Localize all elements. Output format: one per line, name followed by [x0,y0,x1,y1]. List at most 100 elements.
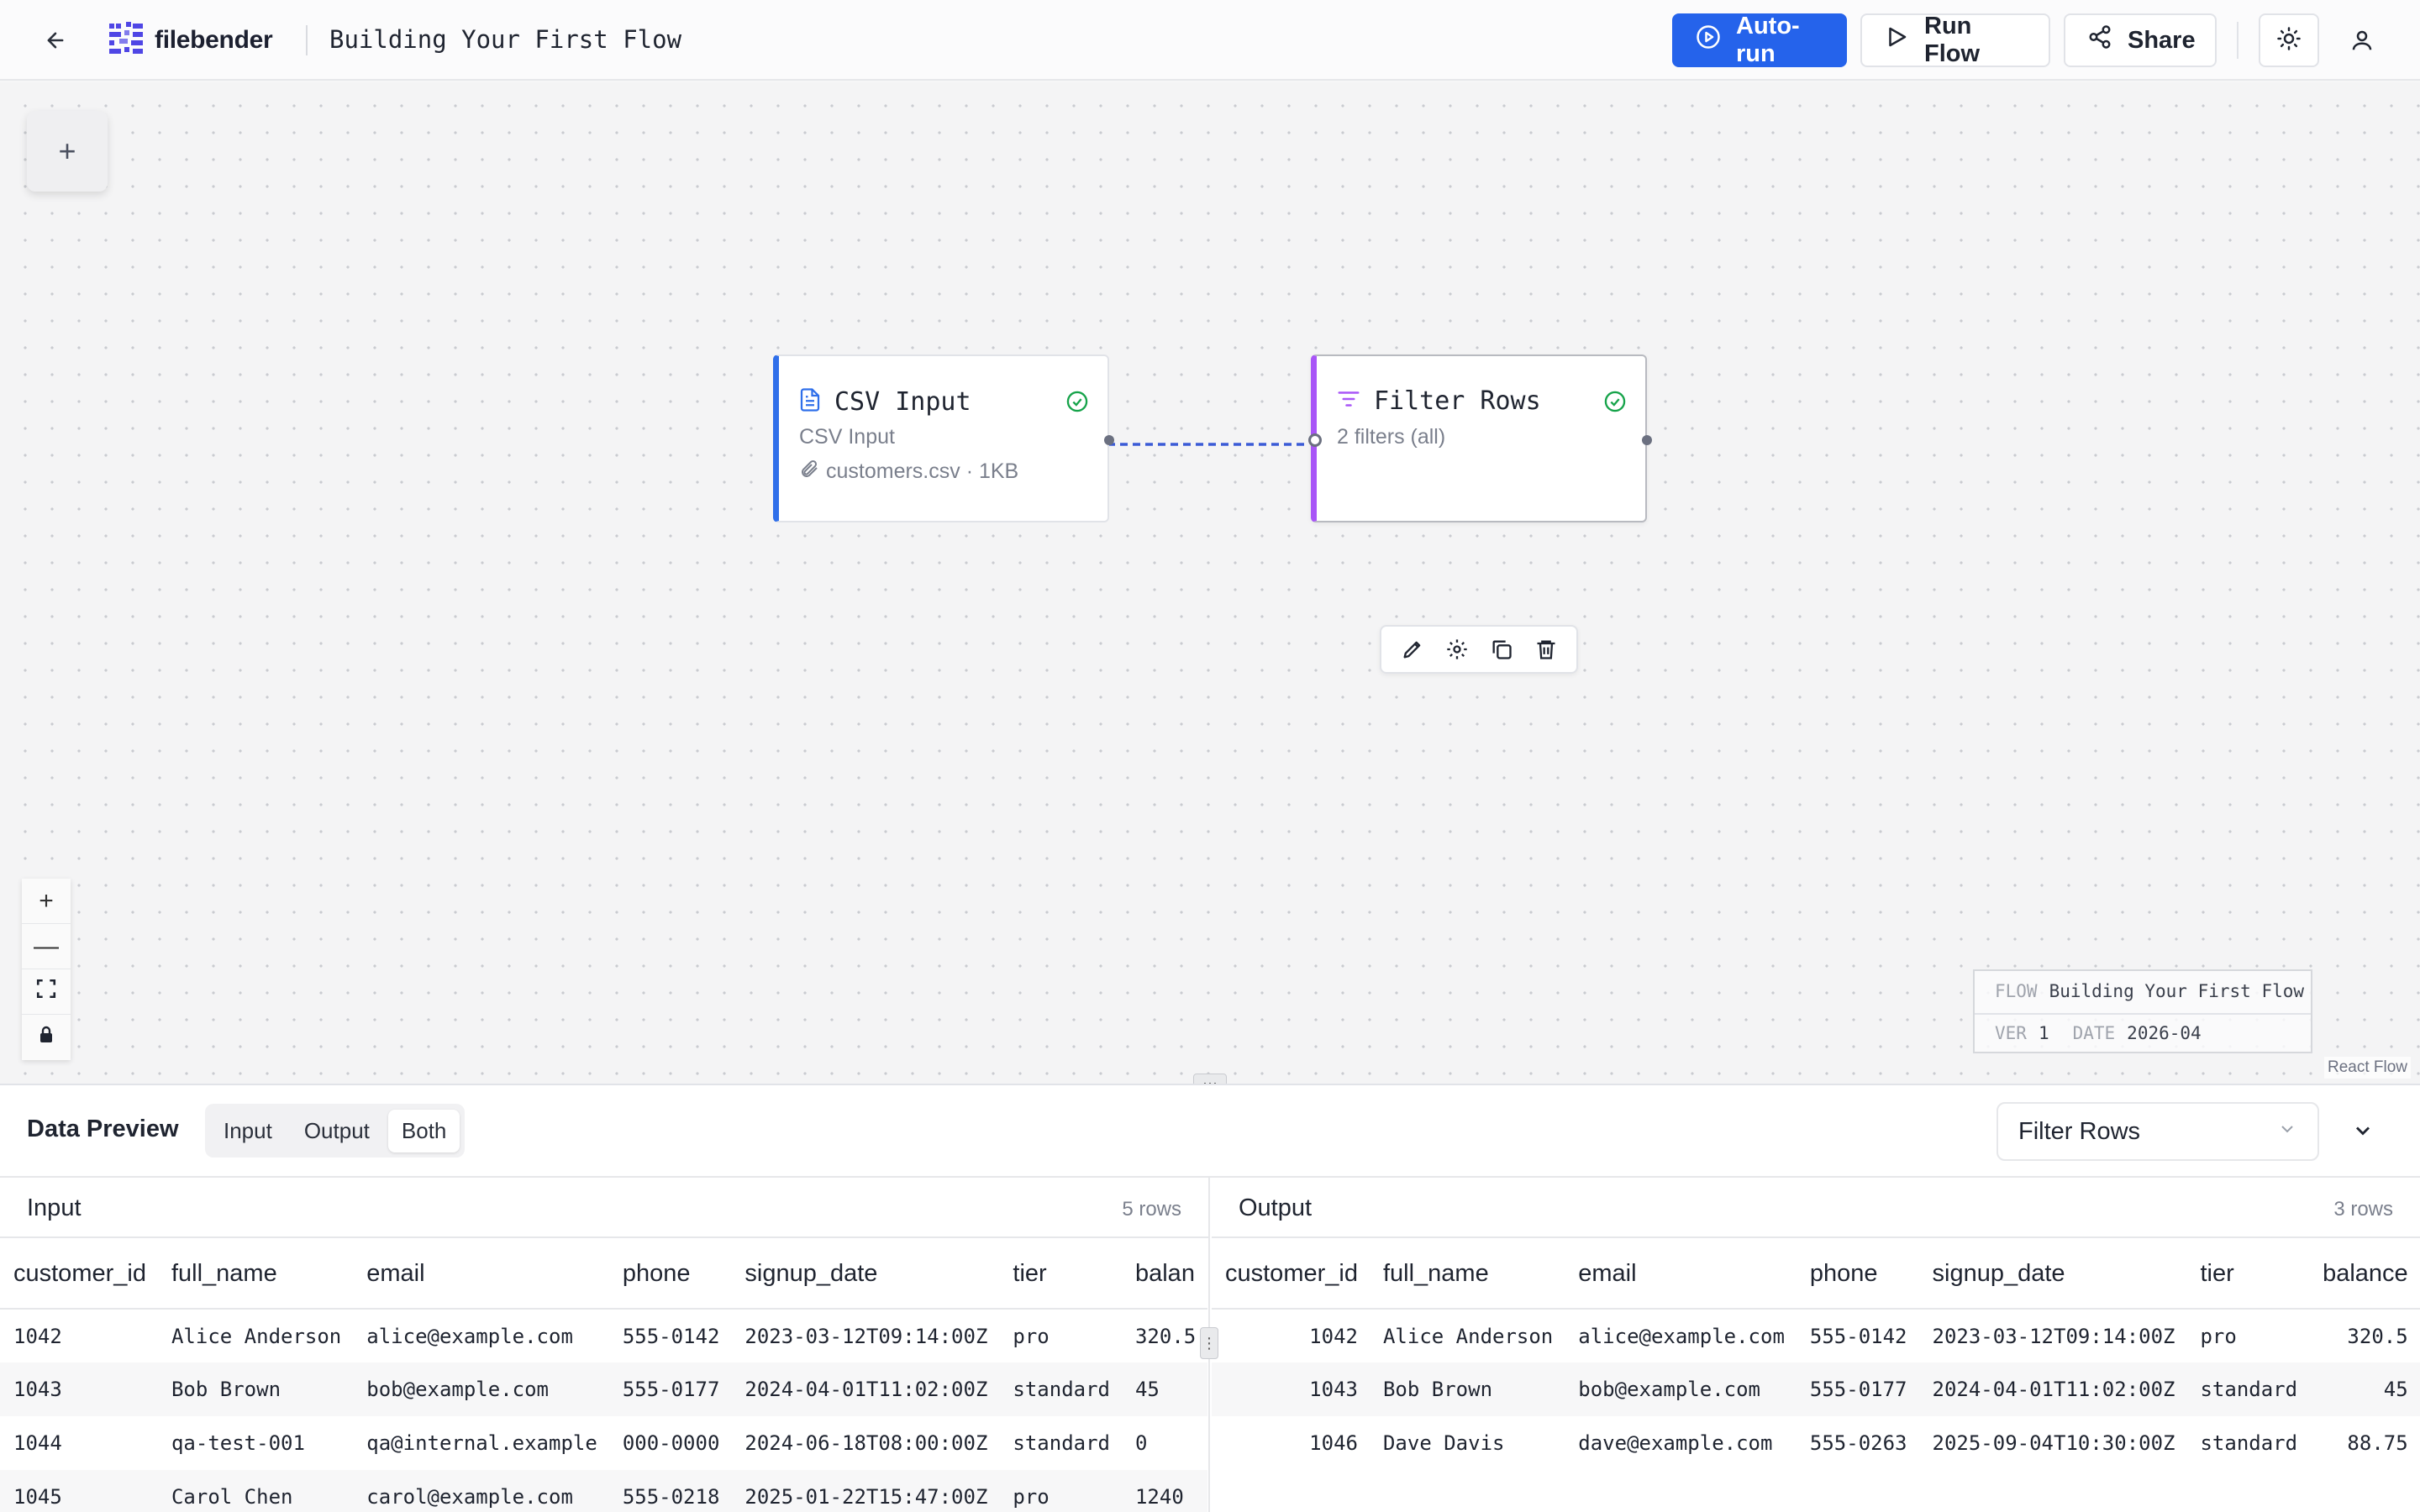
divider [306,25,308,55]
output-handle[interactable] [1104,435,1114,445]
table-cell: 555-0142 [622,1324,720,1348]
tab-output[interactable]: Output [291,1110,383,1152]
divider [2237,22,2238,59]
zoom-in-button[interactable]: + [22,879,71,924]
output-handle[interactable] [1642,435,1652,445]
theme-toggle-button[interactable] [2259,13,2319,67]
table-row[interactable]: 1043 Bob Brown bob@example.com 555-0177 2024… [0,1362,1208,1416]
pane-title: Input [27,1194,82,1221]
table-cell: standard [1013,1431,1110,1455]
table-row[interactable]: 1045 Carol Chen carol@example.com 555-0218 2… [0,1470,1208,1512]
table-cell: qa-test-001 [171,1431,305,1455]
table-cell: 2023-03-12T09:14:00Z [744,1324,988,1348]
flow-key: FLOW [1995,981,2038,1001]
table-row[interactable]: 1046 Dave Davis dave@example.com 555-0263 20… [1212,1416,2420,1470]
table-cell: 555-0177 [1796,1362,1919,1416]
minus-icon: — [34,932,59,960]
row-count: 3 rows [2333,1198,2393,1221]
table-cell: alice@example.com [1578,1324,1785,1348]
tab-input[interactable]: Input [210,1110,286,1152]
zoom-controls: + — [22,879,71,1060]
filter-rows-node[interactable]: Filter Rows 2 filters (all) [1308,354,1652,522]
table-cell: 555-0177 [608,1362,732,1416]
column-header[interactable]: email [353,1240,609,1310]
column-header[interactable]: customer_id [1212,1240,1370,1310]
pane-resize-handle[interactable]: ⋮ [1200,1327,1218,1359]
preview-title: Data Preview [27,1116,179,1142]
table-row[interactable]: 1042 Alice Anderson alice@example.com 555-0… [0,1309,1207,1362]
auto-run-button[interactable]: Auto-run [1672,13,1847,67]
auto-run-label: Auto-run [1736,13,1800,67]
date-key: DATE [2072,1023,2116,1043]
table-cell: standard [999,1362,1122,1416]
table-cell: carol@example.com [353,1470,609,1512]
file-icon [797,386,823,417]
column-header[interactable]: tier [999,1240,1122,1310]
table-cell: 0 [1134,1431,1148,1455]
column-header[interactable]: email [1565,1240,1797,1310]
column-header[interactable]: signup_date [1918,1240,2187,1310]
lock-button[interactable] [22,1015,71,1060]
node-select[interactable]: Filter Rows [1996,1102,2319,1161]
add-node-button[interactable]: + [27,111,108,192]
table-cell: 1043 [0,1362,158,1416]
table-cell: Alice Anderson [171,1324,342,1348]
column-header[interactable]: full_name [157,1240,354,1310]
react-flow-attribution[interactable]: React Flow [2324,1057,2412,1079]
table-row[interactable]: 1044 qa-test-001 qa@internal.example 000-00… [0,1416,1207,1470]
table-cell: 1042 [1309,1324,1358,1348]
column-header[interactable]: phone [608,1240,732,1310]
file-name: customers.csv · 1KB [826,459,1019,483]
settings-gear-icon[interactable] [1440,633,1474,666]
duplicate-icon[interactable] [1485,633,1518,666]
data-preview-panel: Data Preview Input Output Both Filter Ro… [0,1084,2420,1512]
column-header[interactable]: balance [2309,1240,2420,1310]
edit-pencil-icon[interactable] [1396,633,1429,666]
table-cell: Bob Brown [157,1362,354,1416]
check-circle-icon [1065,390,1089,417]
column-header[interactable]: customer_id [0,1240,158,1310]
paperclip-icon [799,459,819,485]
node-title: Filter Rows [1374,386,1541,416]
column-header[interactable]: balan [1121,1240,1208,1310]
preview-tabs: Input Output Both [205,1104,466,1158]
run-flow-button[interactable]: Run Flow [1860,13,2050,67]
date-value: 2026-04 [2127,1023,2202,1043]
column-header[interactable]: tier [2186,1240,2310,1310]
fit-view-button[interactable] [22,969,71,1015]
flow-canvas[interactable]: + CSV Input CSV Input customers.csv · 1K… [0,82,2420,1092]
table-cell: 555-0218 [608,1470,732,1512]
edge-connection[interactable] [1107,438,1314,450]
table-cell: pro [2200,1324,2237,1348]
brand-logo[interactable]: filebender [108,20,273,60]
tab-both[interactable]: Both [387,1109,460,1152]
collapse-panel-button[interactable] [2344,1114,2381,1151]
flow-title[interactable]: Building Your First Flow [329,25,681,54]
table-cell: Carol Chen [157,1470,354,1512]
column-header[interactable]: full_name [1369,1240,1565,1310]
table-row[interactable]: 1042 Alice Anderson alice@example.com 555-0… [1212,1309,2420,1362]
flow-value: Building Your First Flow [2049,981,2305,1001]
user-icon[interactable] [2341,20,2383,60]
zoom-out-button[interactable]: — [22,924,71,969]
table-cell: standard [2186,1362,2310,1416]
back-arrow-icon[interactable] [37,22,74,59]
flow-info-card: FLOW Building Your First Flow VER 1 DATE… [1973,969,2312,1053]
output-table: customer_id full_name email phone signup_dat… [1212,1240,2420,1470]
input-handle[interactable] [1308,433,1322,447]
column-header[interactable]: phone [1796,1240,1919,1310]
table-cell: standard [2200,1431,2298,1455]
column-header[interactable]: signup_date [731,1240,1000,1310]
plus-icon: + [39,886,54,915]
table-cell: dave@example.com [1578,1431,1773,1455]
csv-input-node[interactable]: CSV Input CSV Input customers.csv · 1KB [773,354,1114,522]
table-row[interactable]: 1043 Bob Brown bob@example.com 555-0177 2024… [1212,1362,2420,1416]
node-subtitle: CSV Input [799,425,895,449]
table-cell: 1044 [13,1431,62,1455]
divider [1975,1013,2311,1015]
table-cell: 88.75 [2347,1431,2408,1455]
version-key: VER [1995,1023,2027,1043]
trash-icon[interactable] [1529,633,1563,666]
node-toolbar [1380,625,1578,674]
share-button[interactable]: Share [2064,13,2217,67]
